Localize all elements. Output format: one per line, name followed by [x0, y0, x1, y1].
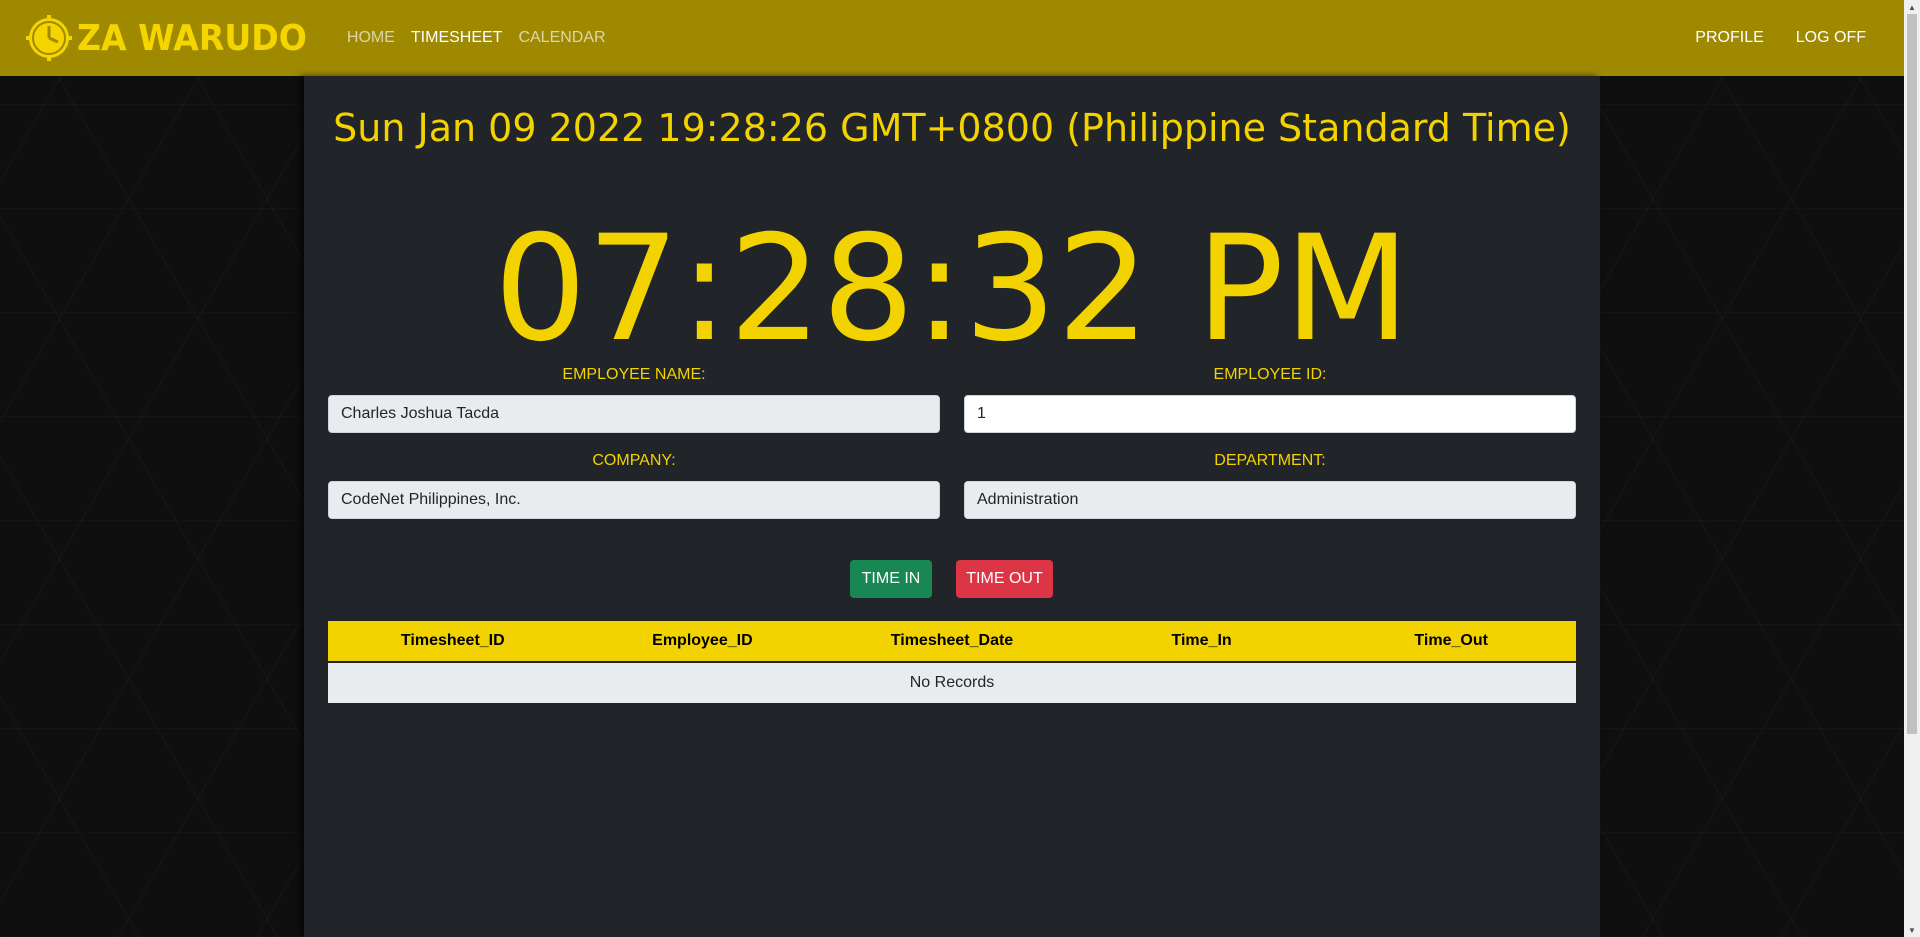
timesheet-table: Timesheet_ID Employee_ID Timesheet_Date …: [328, 621, 1576, 703]
nav-timesheet[interactable]: TIMESHEET: [411, 29, 503, 47]
scroll-down-icon[interactable]: ▼: [1904, 923, 1920, 937]
table-header: Timesheet_ID Employee_ID Timesheet_Date …: [328, 621, 1576, 663]
full-date-display: Sun Jan 09 2022 19:28:26 GMT+0800 (Phili…: [333, 106, 1571, 150]
company-field: CodeNet Philippines, Inc.: [328, 481, 940, 519]
column-header: Time_In: [1171, 632, 1232, 649]
brand-logo[interactable]: ZA WARUDO: [25, 14, 327, 62]
employee-id-field[interactable]: 1: [964, 395, 1576, 433]
time-out-button[interactable]: TIME OUT: [956, 560, 1053, 598]
nav-calendar[interactable]: CALENDAR: [518, 29, 605, 47]
page-scrollbar[interactable]: ▲ ▼: [1904, 0, 1920, 937]
column-header: Timesheet_ID: [400, 632, 505, 649]
scroll-thumb[interactable]: [1907, 14, 1917, 734]
company-label: COMPANY:: [592, 452, 676, 469]
clock-icon: [26, 15, 72, 61]
department-field: Administration: [964, 481, 1576, 519]
column-header: Timesheet_Date: [890, 632, 1014, 649]
employee-id-label: EMPLOYEE ID:: [1213, 366, 1327, 383]
employee-name-field: Charles Joshua Tacda: [328, 395, 940, 433]
nav-log-off[interactable]: LOG OFF: [1796, 29, 1866, 47]
user-nav: PROFILE LOG OFF: [1679, 29, 1882, 47]
digital-clock: 07:28:32 PM: [493, 204, 1411, 374]
empty-table-message: No Records: [328, 663, 1576, 703]
column-header: Employee_ID: [652, 632, 753, 649]
employee-name-label: EMPLOYEE NAME:: [562, 366, 706, 383]
navbar: ZA WARUDO HOME TIMESHEET CALENDAR PROFIL…: [0, 0, 1904, 76]
main-nav: HOME TIMESHEET CALENDAR: [339, 29, 614, 47]
nav-home[interactable]: HOME: [347, 29, 395, 47]
timesheet-panel: Sun Jan 09 2022 19:28:26 GMT+0800 (Phili…: [304, 76, 1600, 937]
brand-name: ZA WARUDO: [77, 17, 307, 59]
column-header: Time_Out: [1414, 632, 1488, 649]
time-in-button[interactable]: TIME IN: [850, 560, 932, 598]
nav-profile[interactable]: PROFILE: [1695, 29, 1763, 47]
scroll-up-icon[interactable]: ▲: [1904, 0, 1920, 14]
department-label: DEPARTMENT:: [1214, 452, 1326, 469]
